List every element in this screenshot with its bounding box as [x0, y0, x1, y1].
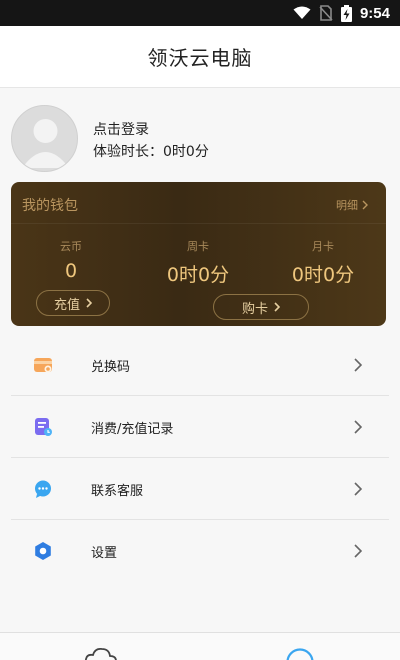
- monthly-card-column: 月卡 0时0分: [263, 238, 383, 287]
- cloud-coin-label: 云币: [60, 240, 82, 253]
- chevron-right-icon: [354, 420, 362, 434]
- app-header: 领沃云电脑: [0, 26, 400, 88]
- monthly-card-value: 0时0分: [291, 264, 355, 286]
- login-link[interactable]: 点击登录: [93, 119, 149, 139]
- no-sim-icon: [319, 5, 333, 21]
- menu-label: 设置: [91, 546, 118, 561]
- chevron-right-icon: [362, 200, 368, 210]
- chevron-right-icon: [86, 298, 92, 308]
- wallet-detail-label: 明细: [336, 199, 358, 212]
- weekly-card-value: 0时0分: [166, 264, 230, 286]
- monthly-card-label: 月卡: [312, 240, 334, 253]
- settings-icon: [35, 542, 51, 560]
- customer-service-icon: [35, 480, 51, 498]
- wallet-detail-link[interactable]: 明细: [336, 197, 368, 213]
- wallet-card: 我的钱包 明细 云币 0 周卡 0时0分 月卡 0时0分 充值 购卡: [11, 182, 386, 326]
- chevron-right-icon: [354, 544, 362, 558]
- menu-list: 兑换码 消费/充值记录 联系客服 设置: [0, 334, 400, 582]
- weekly-card-label: 周卡: [187, 240, 209, 253]
- buy-card-button[interactable]: 购卡: [213, 294, 309, 320]
- buy-card-label: 购卡: [241, 301, 268, 317]
- battery-charging-icon: [340, 4, 352, 22]
- menu-label: 消费/充值记录: [91, 422, 174, 437]
- status-time: 9:54: [359, 4, 390, 22]
- wallet-title: 我的钱包: [22, 198, 78, 214]
- page-title: 领沃云电脑: [147, 46, 253, 70]
- trial-label: 体验时长：: [93, 144, 163, 160]
- chevron-right-icon: [274, 302, 280, 312]
- profile-section: 点击登录 体验时长：0时0分: [0, 89, 400, 179]
- recharge-button[interactable]: 充值: [36, 290, 110, 316]
- trial-duration: 体验时长：0时0分: [93, 141, 209, 161]
- redeem-code-icon: [34, 358, 52, 373]
- cloud-coin-value: 0: [64, 260, 78, 282]
- trial-value: 0时0分: [163, 144, 209, 160]
- menu-item-redeem-code[interactable]: 兑换码: [0, 334, 400, 396]
- menu-label: 联系客服: [91, 484, 144, 499]
- menu-item-customer-service[interactable]: 联系客服: [0, 458, 400, 520]
- weekly-card-column: 周卡 0时0分: [138, 238, 258, 287]
- wifi-icon: [293, 6, 311, 19]
- status-icons: 9:54: [293, 4, 390, 22]
- avatar[interactable]: [11, 105, 78, 172]
- chevron-right-icon: [354, 482, 362, 496]
- cloud-icon[interactable]: [84, 647, 118, 660]
- recharge-label: 充值: [53, 297, 80, 313]
- wallet-header: 我的钱包 明细: [11, 182, 386, 224]
- default-avatar-icon: [22, 119, 69, 168]
- menu-label: 兑换码: [91, 360, 131, 375]
- records-icon: [35, 418, 52, 436]
- profile-icon[interactable]: [285, 647, 315, 660]
- menu-item-settings[interactable]: 设置: [0, 520, 400, 582]
- cloud-coin-column: 云币 0: [11, 238, 131, 282]
- chevron-right-icon: [354, 358, 362, 372]
- bottom-nav: [0, 632, 400, 660]
- status-bar: 9:54: [0, 0, 400, 26]
- menu-item-records[interactable]: 消费/充值记录: [0, 396, 400, 458]
